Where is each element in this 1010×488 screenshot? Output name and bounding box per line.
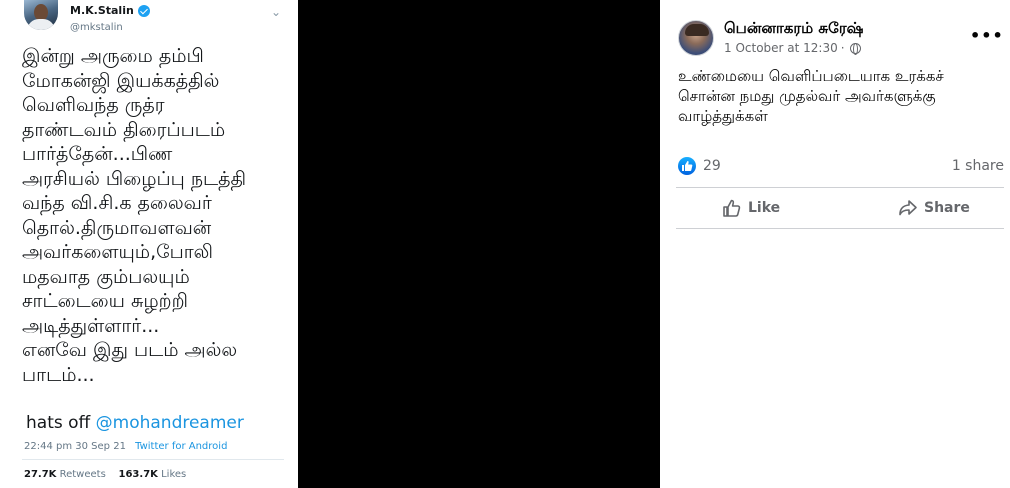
tweet-line: பாடம்... [22, 363, 95, 386]
tweet-line: அவர்களையும்,போலி [22, 241, 214, 263]
globe-icon [849, 42, 861, 55]
tweet-line: வந்த வி.சி.க தலைவர் [22, 192, 212, 214]
post-text-line: வாழ்த்துக்கள் [678, 107, 768, 125]
post-timestamp-row: 1 October at 12:30 · [724, 41, 861, 55]
tweet-line: சாட்டையை சுழற்றி [22, 290, 188, 312]
tweet-source: Twitter for Android [135, 441, 228, 452]
tweet-mention: @mohandreamer [95, 413, 244, 433]
likes-label: Likes [161, 469, 187, 480]
hats-off-text: hats off [26, 413, 91, 433]
divider [676, 228, 1004, 229]
thumbs-up-icon [723, 199, 741, 217]
like-label: Like [748, 200, 781, 216]
likes-count: 163.7K [118, 469, 158, 480]
chevron-down-icon: ⌄ [270, 5, 282, 19]
tweet-line: அடித்துள்ளார்... [22, 314, 160, 337]
tweet-hats-off: hats off @mohandreamer [26, 413, 244, 433]
tweet-meta: 22:44 pm 30 Sep 21 Twitter for Android [24, 441, 227, 452]
tweet-line: இன்று அருமை தம்பி [22, 45, 204, 67]
post-text: உண்மையை வெளிப்படையாக உரக்கச் சொன்ன நமது … [678, 66, 1000, 126]
reaction-count[interactable]: 29 [703, 158, 721, 174]
tweet-divider [22, 459, 284, 460]
tweet-line: அரசியல் பிழைப்பு நடத்தி [22, 167, 247, 190]
tweet-author-name-row: M.K.Stalin [70, 4, 150, 17]
post-author-name[interactable]: பென்னாகரம் சுரேஷ் [724, 19, 863, 39]
share-count[interactable]: 1 share [952, 158, 1004, 174]
tweet-line: பார்த்தேன்...பிண [22, 143, 173, 165]
divider [676, 187, 1004, 188]
tweet-author-handle: @mkstalin [70, 22, 123, 33]
post-text-line: சொன்ன நமது முதல்வர் அவர்களுக்கு [678, 87, 936, 105]
like-reaction-icon[interactable] [678, 157, 696, 175]
tweet-line: மதவாத கும்பலயும் [22, 265, 190, 288]
share-label: Share [924, 200, 970, 216]
tweet-line: எனவே இது படம் அல்ல [22, 339, 238, 361]
tweet-time: 22:44 pm [24, 441, 73, 452]
retweets-count: 27.7K [24, 469, 57, 480]
tweet-text: இன்று அருமை தம்பி மோகன்ஜி இயக்கத்தில் வெ… [22, 44, 292, 387]
separator-dot: · [840, 41, 845, 55]
post-author-avatar[interactable] [678, 20, 714, 56]
tweet-screenshot: M.K.Stalin @mkstalin ⌄ இன்று அருமை தம்பி… [0, 0, 298, 488]
share-button[interactable]: Share [898, 196, 970, 220]
tweet-stats: 27.7K Retweets 163.7K Likes [24, 469, 186, 480]
tweet-line: தாண்டவம் திரைப்படம் [22, 118, 226, 141]
more-options-icon[interactable]: ••• [970, 28, 1004, 44]
post-timestamp[interactable]: 1 October at 12:30 [724, 41, 838, 55]
verified-badge-icon [137, 4, 150, 17]
facebook-post: பென்னாகரம் சுரேஷ் 1 October at 12:30 · •… [660, 0, 1010, 488]
tweet-author-name: M.K.Stalin [70, 4, 134, 17]
tweet-line: தொல்.திருமாவளவன் [22, 216, 212, 239]
tweet-line: வெளிவந்த ருத்ர [22, 94, 165, 116]
retweets-label: Retweets [59, 469, 106, 480]
tweet-line: மோகன்ஜி இயக்கத்தில் [22, 69, 220, 92]
share-arrow-icon [899, 200, 917, 216]
like-button[interactable]: Like [722, 196, 780, 220]
post-text-line: உண்மையை வெளிப்படையாக உரக்கச் [678, 67, 944, 85]
tweet-author-avatar [24, 0, 58, 30]
tweet-date: 30 Sep 21 [75, 441, 126, 452]
